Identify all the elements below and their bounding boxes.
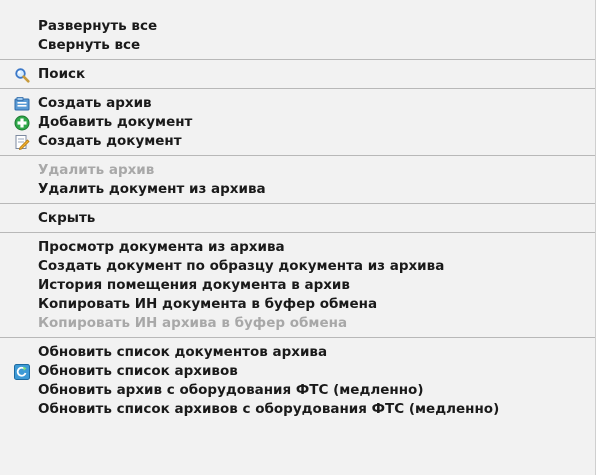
menu-item-refresh-archive-list-from-fts[interactable]: Обновить список архивов с оборудования Ф… bbox=[0, 400, 595, 419]
menu-item-add-document[interactable]: Добавить документ bbox=[0, 113, 595, 132]
menu-item-label: Развернуть все bbox=[38, 18, 158, 34]
menu-item-create-document-by-sample[interactable]: Создать документ по образцу документа из… bbox=[0, 257, 595, 276]
menu-item-label: Удалить документ из архива bbox=[38, 181, 266, 197]
menu-item-refresh-archive-list[interactable]: Обновить список архивов bbox=[0, 362, 595, 381]
menu-separator bbox=[0, 232, 595, 233]
menu-separator bbox=[0, 203, 595, 204]
document-pencil-icon bbox=[15, 135, 30, 150]
menu-item-refresh-document-list[interactable]: Обновить список документов архива bbox=[0, 343, 595, 362]
menu-item-label: Обновить список архивов bbox=[38, 363, 238, 379]
menu-item-label: Скрыть bbox=[38, 210, 96, 226]
menu-item-label: Создать документ bbox=[38, 133, 182, 149]
refresh-arrow-icon bbox=[14, 364, 30, 380]
menu-item-label: Обновить список документов архива bbox=[38, 344, 328, 360]
magnifier-icon bbox=[15, 68, 30, 83]
menu-item-label: Копировать ИН документа в буфер обмена bbox=[38, 296, 378, 312]
menu-item-label: Создать документ по образцу документа из… bbox=[38, 258, 445, 274]
menu-separator bbox=[0, 59, 595, 60]
menu-separator bbox=[0, 337, 595, 338]
archive-folder-icon bbox=[14, 97, 30, 111]
menu-item-search[interactable]: Поиск bbox=[0, 65, 595, 84]
context-menu: Развернуть все Свернуть все Поиск Создат… bbox=[0, 0, 596, 475]
menu-item-label: Обновить список архивов с оборудования Ф… bbox=[38, 401, 500, 417]
menu-item-label: Поиск bbox=[38, 66, 86, 82]
menu-item-label: Просмотр документа из архива bbox=[38, 239, 285, 255]
menu-separator bbox=[0, 155, 595, 156]
menu-separator bbox=[0, 88, 595, 89]
menu-item-create-document[interactable]: Создать документ bbox=[0, 132, 595, 151]
menu-item-label: Обновить архив с оборудования ФТС (медле… bbox=[38, 382, 424, 398]
menu-item-copy-document-id[interactable]: Копировать ИН документа в буфер обмена bbox=[0, 295, 595, 314]
menu-item-label: Свернуть все bbox=[38, 37, 141, 53]
menu-item-delete-document[interactable]: Удалить документ из архива bbox=[0, 180, 595, 199]
menu-item-collapse-all[interactable]: Свернуть все bbox=[0, 36, 595, 55]
menu-item-refresh-archive-from-fts[interactable]: Обновить архив с оборудования ФТС (медле… bbox=[0, 381, 595, 400]
menu-item-delete-archive: Удалить архив bbox=[0, 161, 595, 180]
menu-item-label: Удалить архив bbox=[38, 162, 155, 178]
menu-item-create-archive[interactable]: Создать архив bbox=[0, 94, 595, 113]
menu-item-view-document[interactable]: Просмотр документа из архива bbox=[0, 238, 595, 257]
menu-item-expand-all[interactable]: Развернуть все bbox=[0, 17, 595, 36]
menu-item-hide[interactable]: Скрыть bbox=[0, 209, 595, 228]
green-plus-icon bbox=[14, 115, 30, 131]
menu-item-placement-history[interactable]: История помещения документа в архив bbox=[0, 276, 595, 295]
menu-item-copy-archive-id: Копировать ИН архива в буфер обмена bbox=[0, 314, 595, 333]
menu-item-label: Копировать ИН архива в буфер обмена bbox=[38, 315, 348, 331]
menu-item-label: Добавить документ bbox=[38, 114, 193, 130]
menu-item-label: Создать архив bbox=[38, 95, 152, 111]
menu-item-label: История помещения документа в архив bbox=[38, 277, 350, 293]
